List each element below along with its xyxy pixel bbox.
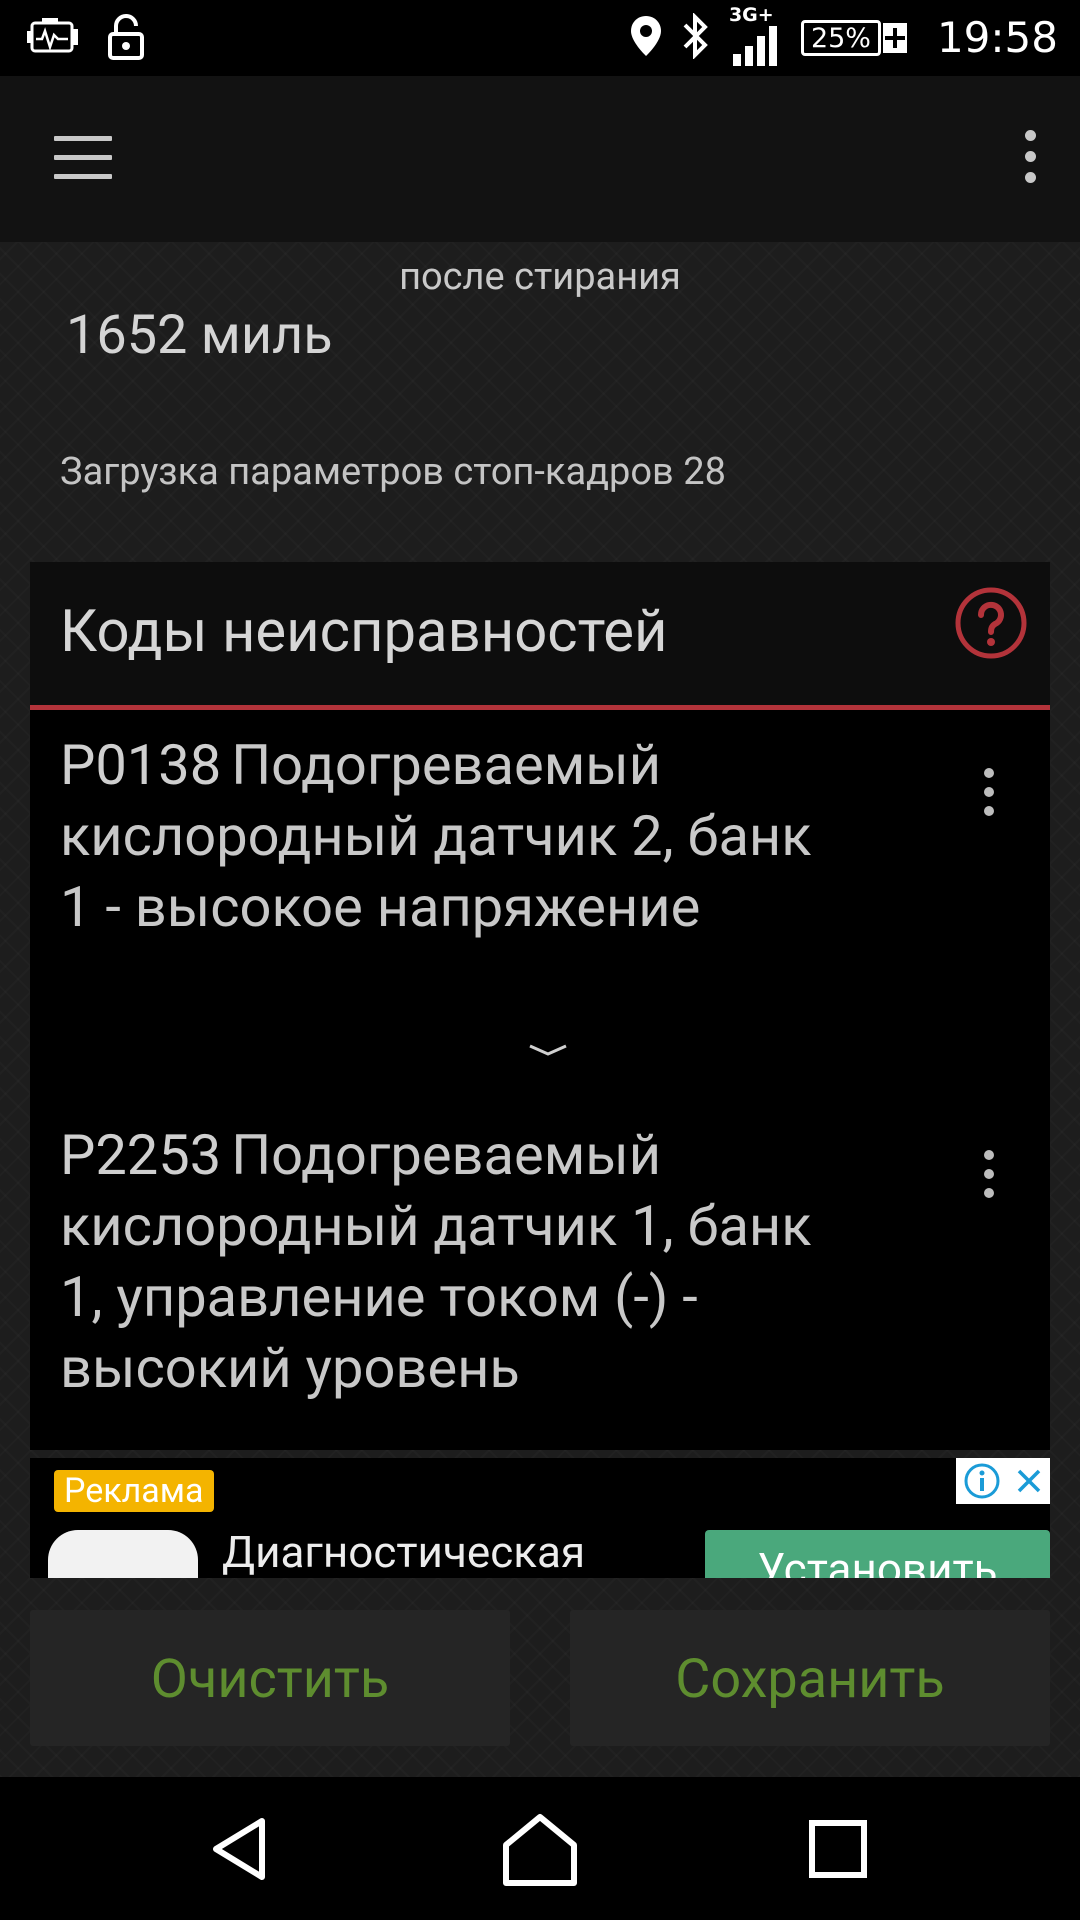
battery-percent: 25% <box>800 20 881 56</box>
help-icon[interactable] <box>954 586 1028 660</box>
engine-check-icon <box>26 15 80 63</box>
recents-square-icon[interactable] <box>796 1807 880 1891</box>
dtc-item[interactable]: P2253 Подогреваемый кислородный датчик 1,… <box>30 1090 1050 1450</box>
lock-open-icon <box>106 14 146 64</box>
ad-install-button[interactable]: Установить <box>705 1530 1050 1578</box>
signal-icon <box>732 26 777 66</box>
status-bar: 3G+ 25% 19:58 <box>0 0 1080 76</box>
after-clear-label: после стирания <box>399 255 681 299</box>
dtc-code: P0138 <box>60 732 222 798</box>
battery-charging-icon: 25% <box>800 18 911 58</box>
home-icon[interactable] <box>498 1807 582 1891</box>
dtc-section-title: Коды неисправностей <box>60 598 668 666</box>
freeze-frames-label: Загрузка параметров стоп-кадров 28 <box>60 450 726 494</box>
action-row: Очистить Сохранить <box>30 1610 1050 1746</box>
hamburger-menu-icon[interactable] <box>54 136 112 180</box>
chevron-down-icon[interactable] <box>526 1040 570 1060</box>
app-bar <box>0 76 1080 242</box>
charging-plus-icon <box>882 23 907 53</box>
status-time: 19:58 <box>936 13 1058 62</box>
dtc-overflow-icon[interactable] <box>974 1150 1004 1210</box>
ad-badge: Реклама <box>54 1470 214 1512</box>
ad-title: Диагностическая <box>222 1526 586 1578</box>
navigation-bar <box>0 1777 1080 1920</box>
back-triangle-icon[interactable] <box>200 1807 284 1891</box>
dtc-header: Коды неисправностей <box>30 562 1050 710</box>
bluetooth-icon <box>681 12 711 63</box>
miles-value: 1652 миль <box>66 304 333 367</box>
dtc-code: P2253 <box>60 1122 222 1188</box>
ad-app-icon <box>48 1530 198 1578</box>
location-icon <box>629 14 663 62</box>
dtc-overflow-icon[interactable] <box>974 768 1004 828</box>
dtc-card: Коды неисправностей P0138 Подогреваемый к… <box>30 562 1050 1450</box>
adchoices-icon[interactable] <box>956 1458 1050 1504</box>
ad-banner[interactable]: Реклама Диагностическая Установить <box>30 1458 1050 1578</box>
dtc-item[interactable]: P0138 Подогреваемый кислородный датчик 2,… <box>30 710 1050 1090</box>
clear-button[interactable]: Очистить <box>30 1610 510 1746</box>
signal-indicator: 3G+ <box>729 4 783 68</box>
save-button[interactable]: Сохранить <box>570 1610 1050 1746</box>
close-icon <box>1017 1469 1040 1493</box>
overflow-menu-icon[interactable] <box>1010 130 1050 190</box>
info-icon <box>964 1463 999 1499</box>
